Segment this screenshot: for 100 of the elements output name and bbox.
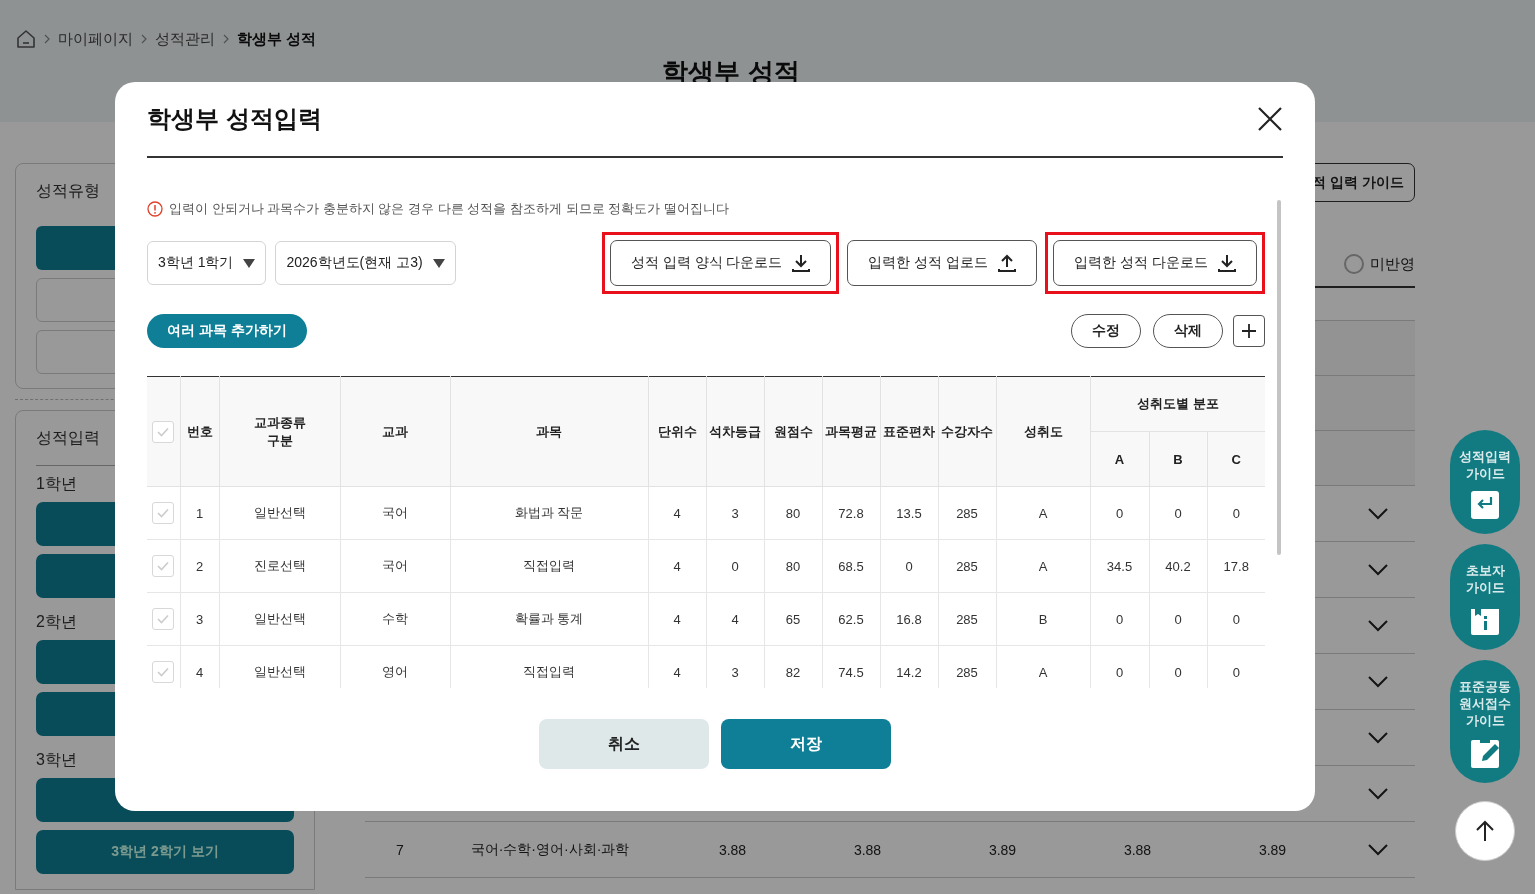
scrollbar[interactable] [1277,200,1281,555]
checkbox[interactable] [152,420,175,443]
column-header: 수강자수 [941,423,993,439]
table-cell-text: 3.88 [717,841,748,858]
table-cell: 4 [673,664,681,680]
table-cell: 40.2 [1165,558,1191,574]
download-icon [792,254,811,272]
table-cell: 72.8 [838,505,864,521]
home-icon [16,29,36,49]
modal-title: 학생부 성적입력 [147,104,322,134]
table-cell-text: 3.89 [1257,841,1288,858]
table-cell: 직접입력 [523,664,575,679]
column-header: 교과종류 구분 [253,413,306,450]
info-book-icon [1470,604,1500,636]
column-header: 원점수 [773,423,813,439]
table-cell: 확률과 통계 [514,611,584,626]
table-cell: 65 [785,611,801,627]
check-icon [157,614,170,624]
column-header: 과목 [536,423,562,439]
close-icon [1257,106,1283,132]
table-cell: 일반선택 [253,664,306,679]
file-button[interactable]: 성적 입력 양식 다운로드 [609,240,832,286]
table-cell: 34.5 [1106,558,1133,574]
breadcrumb-link[interactable]: 마이페이지 [58,29,133,49]
table-cell: 285 [956,505,978,521]
breadcrumb-link[interactable]: 학생부 성적 [237,29,317,49]
checkbox[interactable] [152,608,175,630]
table-cell: 0 [1174,664,1182,680]
table-cell: 직접입력 [523,558,575,573]
table-cell: 80 [785,558,801,574]
table-cell: 17.8 [1223,558,1249,574]
table-cell: A [1038,505,1048,521]
radio-button[interactable] [1344,254,1364,274]
table-cell: B [1038,611,1048,627]
card-title: 성적입력 [36,428,100,448]
check-icon [157,667,170,677]
close-button[interactable] [1257,106,1283,132]
float-button-label: 표준공동 원서접수 가이드 [1459,678,1511,729]
add-subjects-button[interactable]: 여러 과목 추가하기 [147,314,307,348]
file-button[interactable]: 입력한 성적 업로드 [847,240,1038,286]
table-cell-text: 국어·수학·영어·사회·과학 [469,840,631,859]
chevron-right-icon [223,34,229,44]
column-header: 번호 [186,423,213,439]
chevron-right-icon [141,34,147,44]
table-cell: 0 [1174,611,1182,627]
year-label: 1학년 [36,474,77,494]
edit-button[interactable]: 수정 [1071,314,1141,348]
dropdown[interactable]: 3학년 1학기 [147,241,267,285]
table-cell: 일반선택 [253,611,306,626]
guide-float-button[interactable]: 초보자 가이드 [1450,544,1520,650]
radio-label: 미반영 [1370,254,1415,274]
add-button[interactable] [1233,315,1265,347]
upload-icon [998,254,1017,272]
table-cell: 4 [731,611,739,627]
table-cell: 수학 [382,611,408,626]
clipboard-pencil-icon [1470,737,1500,769]
table-cell: A [1038,558,1048,574]
table-cell: 0 [731,558,739,574]
table-cell: 0 [1115,611,1124,627]
arrow-up-icon [1475,820,1495,842]
breadcrumb-link[interactable]: 성적관리 [155,29,215,49]
checkbox[interactable] [152,661,175,683]
table-cell: 4 [673,611,681,627]
table-cell: 3 [195,611,204,627]
notice-text: 입력이 안되거나 과목수가 충분하지 않은 경우 다른 성적을 참조하게 되므로 정확도가 떨어집니다 [169,200,729,218]
table-cell: 영어 [382,664,408,679]
table-cell: 285 [956,611,978,627]
column-header: 단위수 [657,423,697,439]
table-cell: 3 [731,664,739,680]
table-cell: 3 [731,505,739,521]
check-icon [157,561,170,571]
table-cell: 국어 [382,505,408,520]
column-header: 석차등급 [709,423,761,439]
table-cell: 285 [956,558,978,574]
table-cell: 4 [195,664,204,680]
save-button[interactable]: 저장 [721,719,891,769]
table-cell: 0 [1232,505,1240,521]
checkbox[interactable] [152,555,175,577]
checkbox[interactable] [152,502,175,524]
file-button[interactable]: 입력한 성적 다운로드 [1053,240,1257,286]
table-cell: 285 [956,664,978,680]
table-cell: 2 [195,558,204,574]
check-icon [157,508,170,518]
cancel-button[interactable]: 취소 [539,719,709,769]
warning-icon [147,201,163,217]
table-cell: 국어 [382,558,408,573]
guide-float-button[interactable]: 성적입력 가이드 [1450,430,1520,534]
table-cell: 74.5 [838,664,864,680]
delete-button[interactable]: 삭제 [1153,314,1223,348]
column-header: 성취도별 분포 [1136,396,1219,411]
table-cell: 1 [195,505,204,521]
table-cell: 80 [785,505,801,521]
guide-float-button[interactable]: 표준공동 원서접수 가이드 [1450,660,1520,783]
float-button-label: 초보자 가이드 [1465,562,1505,596]
table-cell: 68.5 [838,558,864,574]
table-cell: 0 [1174,505,1182,521]
dropdown[interactable]: 2026학년도(현재 고3) [275,241,456,285]
table-cell: 62.5 [838,611,864,627]
table-cell: 14.2 [896,664,922,680]
column-header: 교과 [382,423,408,439]
